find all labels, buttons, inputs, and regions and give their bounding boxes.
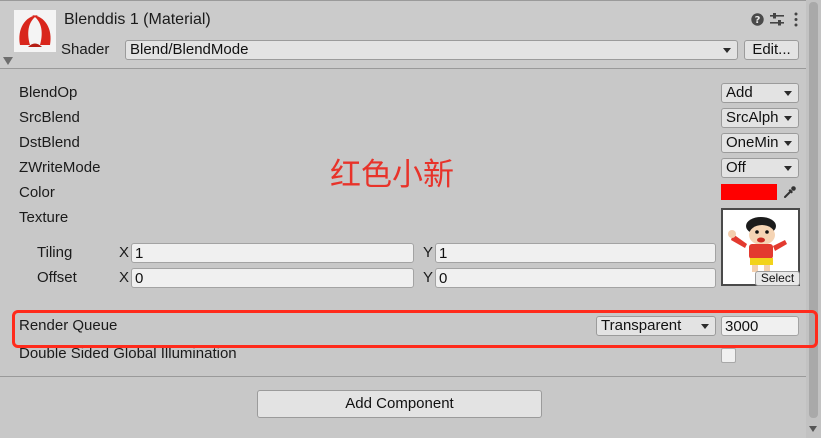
zwritemode-value: Off <box>726 159 746 176</box>
dstblend-value: OneMin <box>726 134 779 151</box>
dropdown-arrow-icon <box>701 324 709 329</box>
scroll-down-arrow-icon[interactable] <box>809 426 817 432</box>
dstblend-label: DstBlend <box>19 134 80 151</box>
dropdown-arrow-icon <box>784 116 792 121</box>
double-sided-gi-checkbox[interactable] <box>721 348 736 363</box>
texture-label: Texture <box>19 209 69 226</box>
scrollbar-thumb[interactable] <box>809 2 818 418</box>
dstblend-dropdown[interactable]: OneMin <box>721 133 799 153</box>
more-icon[interactable] <box>793 12 799 27</box>
blendop-label: BlendOp <box>19 84 78 101</box>
dropdown-arrow-icon <box>784 166 792 171</box>
color-label: Color <box>19 184 55 201</box>
tiling-label: Tiling <box>37 244 73 261</box>
dropdown-arrow-icon <box>784 91 792 96</box>
srcblend-dropdown[interactable]: SrcAlph <box>721 108 799 128</box>
srcblend-label: SrcBlend <box>19 109 80 126</box>
vertical-scrollbar[interactable] <box>806 0 821 438</box>
offset-y-label: Y <box>423 269 434 286</box>
tiling-y-label: Y <box>423 244 434 261</box>
settings-icon[interactable] <box>770 13 784 26</box>
render-queue-dropdown[interactable]: Transparent <box>596 316 716 336</box>
texture-thumbnail[interactable]: Select <box>721 208 800 286</box>
render-queue-input[interactable] <box>721 316 799 336</box>
foldout-arrow-icon[interactable] <box>3 53 13 65</box>
eyedropper-icon[interactable] <box>783 185 797 199</box>
blendop-value: Add <box>726 84 753 101</box>
offset-y-input[interactable] <box>435 268 716 288</box>
offset-x-label: X <box>119 269 130 286</box>
help-icon[interactable]: ? <box>751 13 764 26</box>
edit-shader-button[interactable]: Edit... <box>744 40 799 60</box>
srcblend-value: SrcAlph <box>726 109 779 126</box>
blendop-dropdown[interactable]: Add <box>721 83 799 103</box>
shader-value: Blend/BlendMode <box>130 41 249 58</box>
divider <box>0 376 806 377</box>
material-icon <box>14 10 56 52</box>
render-queue-mode: Transparent <box>601 317 682 334</box>
tiling-y-input[interactable] <box>435 243 716 263</box>
add-component-button[interactable]: Add Component <box>257 390 542 418</box>
shader-dropdown[interactable]: Blend/BlendMode <box>125 40 738 60</box>
double-sided-gi-label: Double Sided Global Illumination <box>19 345 237 362</box>
dropdown-arrow-icon <box>784 141 792 146</box>
dropdown-arrow-icon <box>723 48 731 53</box>
texture-select-button[interactable]: Select <box>755 271 800 286</box>
tiling-x-label: X <box>119 244 130 261</box>
offset-x-input[interactable] <box>131 268 414 288</box>
svg-text:?: ? <box>755 15 761 26</box>
material-title: Blenddis 1 (Material) <box>64 11 211 28</box>
material-inspector: Blenddis 1 (Material) ? Shader Blend/Ble… <box>0 0 821 438</box>
render-queue-label: Render Queue <box>19 317 118 334</box>
color-swatch[interactable] <box>721 184 777 200</box>
annotation-text: 红色小新 <box>330 157 454 193</box>
tiling-x-input[interactable] <box>131 243 414 263</box>
offset-label: Offset <box>37 269 77 286</box>
shader-label: Shader <box>61 41 110 58</box>
zwritemode-label: ZWriteMode <box>19 159 101 176</box>
zwritemode-dropdown[interactable]: Off <box>721 158 799 178</box>
